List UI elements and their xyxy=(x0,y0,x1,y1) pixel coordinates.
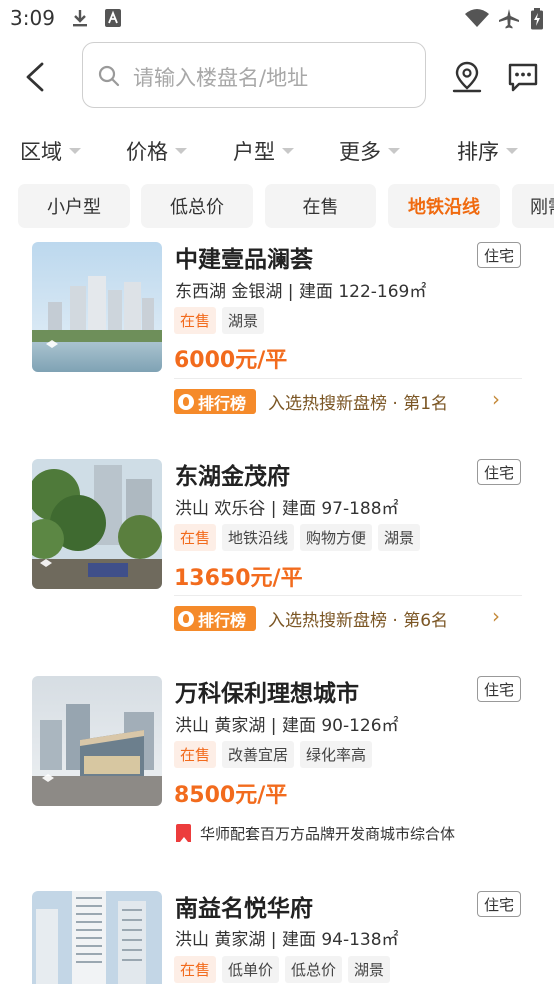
ranking-badge-label: 排行榜 xyxy=(198,393,247,413)
fire-icon xyxy=(178,393,194,410)
listing-location: 洪山 欢乐谷 | 建面 97-188㎡ xyxy=(175,499,399,519)
filter-bar: 区域 价格 户型 更多 排序 xyxy=(0,130,554,172)
filter-region[interactable]: 区域 xyxy=(20,136,81,166)
caret-down-icon xyxy=(506,148,518,154)
status-bar: 3:09 xyxy=(0,0,554,38)
wifi-icon xyxy=(464,8,490,32)
airplane-mode-icon xyxy=(498,8,520,34)
filter-label: 价格 xyxy=(126,140,168,164)
tag: 绿化率高 xyxy=(300,741,373,768)
filter-label: 户型 xyxy=(233,140,275,164)
message-icon xyxy=(508,63,538,92)
message-button[interactable] xyxy=(506,60,540,94)
caret-down-icon xyxy=(388,148,400,154)
filter-more[interactable]: 更多 xyxy=(339,136,400,166)
filter-sort[interactable]: 排序 xyxy=(457,136,518,166)
filter-label: 区域 xyxy=(20,140,62,164)
tag: 低单价 xyxy=(222,956,280,983)
back-arrow-icon xyxy=(26,62,44,92)
chip-low-total-price[interactable]: 低总价 xyxy=(141,184,253,228)
chip-first-home[interactable]: 刚需 xyxy=(512,184,554,228)
bookmark-icon xyxy=(176,824,191,842)
battery-charging-icon xyxy=(530,8,544,34)
ranking-row[interactable]: 排行榜 入选热搜新盘榜 · 第6名 › xyxy=(174,595,522,637)
tag: 湖景 xyxy=(222,307,265,334)
back-button[interactable] xyxy=(18,58,52,96)
chip-small-unit[interactable]: 小户型 xyxy=(18,184,130,228)
fire-icon xyxy=(178,610,194,627)
search-input[interactable]: 请输入楼盘名/地址 xyxy=(133,62,308,92)
tag: 购物方便 xyxy=(300,524,373,551)
text-a-icon xyxy=(104,8,122,32)
chip-on-sale[interactable]: 在售 xyxy=(265,184,376,228)
filter-layout[interactable]: 户型 xyxy=(233,136,294,166)
tag-on-sale: 在售 xyxy=(174,956,217,983)
chevron-right-icon: › xyxy=(492,604,500,628)
listing-image xyxy=(32,891,162,984)
tag: 湖景 xyxy=(348,956,391,983)
listing-title: 中建壹品澜荟 xyxy=(175,247,313,273)
search-box[interactable]: 请输入楼盘名/地址 xyxy=(82,42,426,108)
listing-image xyxy=(32,459,162,589)
listing-location: 东西湖 金银湖 | 建面 122-169㎡ xyxy=(175,282,427,302)
ranking-text: 入选热搜新盘榜 · 第1名 xyxy=(268,394,449,414)
property-type-badge: 住宅 xyxy=(477,676,521,702)
tag: 低总价 xyxy=(285,956,343,983)
tag-row: 在售 低单价 低总价 湖景 xyxy=(174,956,391,983)
ranking-badge: 排行榜 xyxy=(174,606,256,631)
listing-price: 13650元/平 xyxy=(174,566,303,591)
chip-metro-line[interactable]: 地铁沿线 xyxy=(388,184,500,228)
listing-location: 洪山 黄家湖 | 建面 90-126㎡ xyxy=(175,716,399,736)
ranking-row[interactable]: 排行榜 入选热搜新盘榜 · 第1名 › xyxy=(174,378,522,420)
tag-row: 在售 地铁沿线 购物方便 湖景 xyxy=(174,524,421,551)
tag-row: 在售 湖景 xyxy=(174,307,265,334)
property-type-badge: 住宅 xyxy=(477,891,521,917)
tag-on-sale: 在售 xyxy=(174,524,217,551)
tag-row: 在售 改善宜居 绿化率高 xyxy=(174,741,373,768)
chevron-right-icon: › xyxy=(492,387,500,411)
search-icon xyxy=(97,64,121,92)
filter-price[interactable]: 价格 xyxy=(126,136,187,166)
quick-filter-chips: 小户型 低总价 在售 地铁沿线 刚需 xyxy=(0,184,554,228)
ranking-badge: 排行榜 xyxy=(174,389,256,414)
tag: 湖景 xyxy=(378,524,421,551)
top-bar: 请输入楼盘名/地址 xyxy=(0,40,554,112)
ranking-badge-label: 排行榜 xyxy=(198,610,247,630)
tag-on-sale: 在售 xyxy=(174,307,217,334)
ranking-text: 入选热搜新盘榜 · 第6名 xyxy=(268,611,449,631)
caret-down-icon xyxy=(282,148,294,154)
listing-title: 南益名悦华府 xyxy=(175,896,313,922)
filter-label: 更多 xyxy=(339,140,381,164)
listing-title: 万科保利理想城市 xyxy=(175,681,359,707)
caret-down-icon xyxy=(175,148,187,154)
listing-location: 洪山 黄家湖 | 建面 94-138㎡ xyxy=(175,930,399,950)
listing-image xyxy=(32,676,162,806)
promo-text: 华师配套百万方品牌开发商城市综合体 xyxy=(200,825,456,843)
filter-label: 排序 xyxy=(457,140,499,164)
listing-title: 东湖金茂府 xyxy=(175,464,290,490)
listing-image xyxy=(32,242,162,372)
location-pin-icon xyxy=(452,61,482,93)
tag: 改善宜居 xyxy=(222,741,295,768)
tag-on-sale: 在售 xyxy=(174,741,217,768)
location-button[interactable] xyxy=(450,60,484,94)
property-type-badge: 住宅 xyxy=(477,242,521,268)
tag: 地铁沿线 xyxy=(222,524,295,551)
download-icon xyxy=(70,8,90,32)
listing-price: 6000元/平 xyxy=(174,348,288,373)
listing-price: 8500元/平 xyxy=(174,783,288,808)
property-type-badge: 住宅 xyxy=(477,459,521,485)
caret-down-icon xyxy=(69,148,81,154)
status-time: 3:09 xyxy=(10,6,55,30)
